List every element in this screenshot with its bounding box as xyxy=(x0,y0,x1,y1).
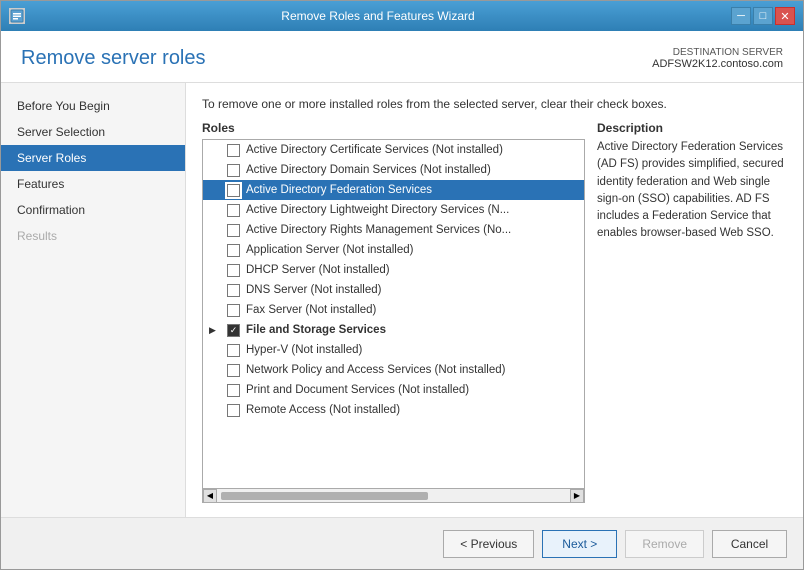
window-title: Remove Roles and Features Wizard xyxy=(25,9,731,23)
window-icon xyxy=(9,8,25,24)
destination-server-info: DESTINATION SERVER ADFSW2K12.contoso.com xyxy=(652,47,783,70)
dest-server-name: ADFSW2K12.contoso.com xyxy=(652,58,783,70)
cancel-button[interactable]: Cancel xyxy=(712,530,787,558)
list-item[interactable]: Application Server (Not installed) xyxy=(203,240,584,260)
list-item[interactable]: Active Directory Domain Services (Not in… xyxy=(203,160,584,180)
footer: < Previous Next > Remove Cancel xyxy=(1,517,803,569)
item-checkbox[interactable] xyxy=(227,204,240,217)
dest-server-label: DESTINATION SERVER xyxy=(652,47,783,58)
item-label: File and Storage Services xyxy=(246,324,386,336)
scroll-right-button[interactable]: ▶ xyxy=(570,489,584,503)
item-checkbox[interactable] xyxy=(227,304,240,317)
item-label: Active Directory Domain Services (Not in… xyxy=(246,164,491,176)
item-checkbox[interactable] xyxy=(227,164,240,177)
item-checkbox[interactable] xyxy=(227,144,240,157)
list-item[interactable]: DNS Server (Not installed) xyxy=(203,280,584,300)
list-item[interactable]: Network Policy and Access Services (Not … xyxy=(203,360,584,380)
list-item-adfs[interactable]: Active Directory Federation Services xyxy=(203,180,584,200)
description-text: Active Directory Federation Services (AD… xyxy=(597,139,787,243)
wizard-window: Remove Roles and Features Wizard ─ □ ✕ R… xyxy=(0,0,804,570)
item-checkbox[interactable] xyxy=(227,324,240,337)
roles-panel-header: Roles xyxy=(202,121,585,135)
title-bar: Remove Roles and Features Wizard ─ □ ✕ xyxy=(1,1,803,31)
item-checkbox[interactable] xyxy=(227,384,240,397)
roles-panel: Roles Active Directory Certificate Servi… xyxy=(202,121,585,503)
list-item[interactable]: Active Directory Rights Management Servi… xyxy=(203,220,584,240)
list-item[interactable]: DHCP Server (Not installed) xyxy=(203,260,584,280)
description-panel-header: Description xyxy=(597,121,787,135)
item-label: Active Directory Certificate Services (N… xyxy=(246,144,503,156)
list-item-file-storage[interactable]: ▶ File and Storage Services xyxy=(203,320,584,340)
item-label: Print and Document Services (Not install… xyxy=(246,384,469,396)
list-item[interactable]: Fax Server (Not installed) xyxy=(203,300,584,320)
sidebar-item-before-you-begin[interactable]: Before You Begin xyxy=(1,93,185,119)
item-label: Fax Server (Not installed) xyxy=(246,304,376,316)
list-item[interactable]: Active Directory Lightweight Directory S… xyxy=(203,200,584,220)
content-area: Before You Begin Server Selection Server… xyxy=(1,83,803,517)
sidebar-item-server-roles[interactable]: Server Roles xyxy=(1,145,185,171)
page-header: Remove server roles DESTINATION SERVER A… xyxy=(1,31,803,83)
instruction-text: To remove one or more installed roles fr… xyxy=(202,97,787,111)
item-checkbox[interactable] xyxy=(227,364,240,377)
list-item[interactable]: Print and Document Services (Not install… xyxy=(203,380,584,400)
item-label: Network Policy and Access Services (Not … xyxy=(246,364,506,376)
item-checkbox[interactable] xyxy=(227,344,240,357)
sidebar-item-confirmation[interactable]: Confirmation xyxy=(1,197,185,223)
item-label: DNS Server (Not installed) xyxy=(246,284,381,296)
description-panel: Description Active Directory Federation … xyxy=(597,121,787,503)
page-title: Remove server roles xyxy=(21,47,206,70)
list-item[interactable]: Active Directory Certificate Services (N… xyxy=(203,140,584,160)
item-checkbox[interactable] xyxy=(227,244,240,257)
sidebar-item-features[interactable]: Features xyxy=(1,171,185,197)
remove-button[interactable]: Remove xyxy=(625,530,704,558)
item-label: DHCP Server (Not installed) xyxy=(246,264,390,276)
restore-button[interactable]: □ xyxy=(753,7,773,25)
item-checkbox[interactable] xyxy=(227,224,240,237)
item-checkbox[interactable] xyxy=(227,404,240,417)
item-label: Remote Access (Not installed) xyxy=(246,404,400,416)
close-button[interactable]: ✕ xyxy=(775,7,795,25)
list-item[interactable]: Remote Access (Not installed) xyxy=(203,400,584,420)
item-checkbox[interactable] xyxy=(227,264,240,277)
window-controls: ─ □ ✕ xyxy=(731,7,795,25)
expand-icon: ▶ xyxy=(209,325,221,336)
item-checkbox[interactable] xyxy=(227,184,240,197)
scroll-left-button[interactable]: ◀ xyxy=(203,489,217,503)
horizontal-scrollbar[interactable]: ◀ ▶ xyxy=(203,488,584,502)
item-label: Active Directory Rights Management Servi… xyxy=(246,224,511,236)
sidebar-item-server-selection[interactable]: Server Selection xyxy=(1,119,185,145)
previous-button[interactable]: < Previous xyxy=(443,530,534,558)
item-label: Active Directory Lightweight Directory S… xyxy=(246,204,509,216)
roles-list-container: Active Directory Certificate Services (N… xyxy=(202,139,585,503)
sidebar: Before You Begin Server Selection Server… xyxy=(1,83,186,517)
item-label: Hyper-V (Not installed) xyxy=(246,344,362,356)
main-content: To remove one or more installed roles fr… xyxy=(186,83,803,517)
item-checkbox[interactable] xyxy=(227,284,240,297)
panels: Roles Active Directory Certificate Servi… xyxy=(202,121,787,503)
next-button[interactable]: Next > xyxy=(542,530,617,558)
sidebar-item-results: Results xyxy=(1,223,185,249)
item-label: Application Server (Not installed) xyxy=(246,244,413,256)
roles-list-scroll[interactable]: Active Directory Certificate Services (N… xyxy=(203,140,584,488)
minimize-button[interactable]: ─ xyxy=(731,7,751,25)
item-label: Active Directory Federation Services xyxy=(246,184,432,196)
list-item[interactable]: Hyper-V (Not installed) xyxy=(203,340,584,360)
